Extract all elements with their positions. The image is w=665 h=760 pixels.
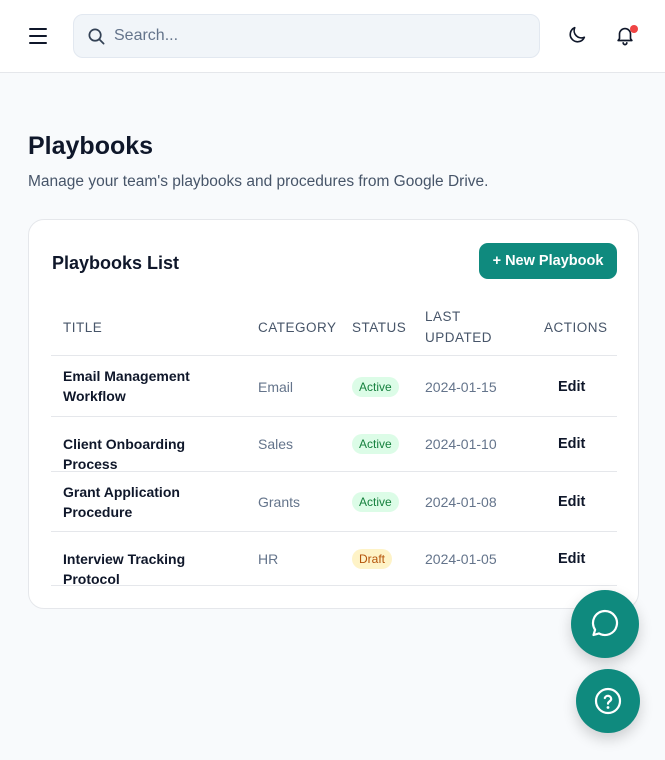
moon-icon[interactable] — [566, 24, 590, 48]
status-badge: Draft — [352, 549, 393, 569]
table-row-title: Client Onboarding Process — [63, 434, 238, 474]
status-badge: Active — [352, 377, 399, 397]
row-date: 2024-01-08 — [425, 494, 497, 510]
search-icon — [87, 27, 106, 51]
row-category: Grants — [258, 494, 301, 510]
row-category: Sales — [258, 436, 294, 452]
page-title: Playbooks — [28, 132, 154, 160]
table-divider — [51, 355, 617, 356]
row-title-line1: Client Onboarding Process — [63, 436, 186, 472]
notification-dot — [630, 25, 638, 33]
row-date: 2024-01-05 — [425, 551, 497, 567]
column-header-status[interactable]: STATUS — [352, 317, 406, 338]
search-input[interactable] — [114, 15, 524, 57]
table-divider — [51, 471, 617, 472]
table-divider — [51, 416, 617, 417]
edit-button[interactable]: Edit — [558, 436, 585, 452]
table-row-title: Grant Application Procedure — [63, 482, 238, 522]
chat-bubble-icon — [591, 609, 619, 637]
row-title-line1: Interview Tracking Protocol — [63, 551, 186, 587]
help-button[interactable] — [576, 669, 640, 733]
edit-button[interactable]: Edit — [558, 379, 585, 395]
column-header-actions: ACTIONS — [544, 320, 608, 335]
row-date: 2024-01-15 — [425, 379, 497, 395]
column-header-title[interactable]: TITLE — [63, 317, 102, 338]
row-title-line2: Workflow — [63, 388, 126, 404]
table-divider — [51, 531, 617, 532]
status-badge: Active — [352, 434, 399, 454]
bell-icon[interactable] — [614, 24, 638, 48]
playbooks-card: Playbooks List + New Playbook TITLE CATE… — [28, 219, 639, 609]
row-category: HR — [258, 551, 279, 567]
row-category: Email — [258, 379, 294, 395]
row-title-line2: Procedure — [63, 504, 133, 520]
search-bar — [73, 14, 540, 58]
page-subtitle: Manage your team's playbooks and procedu… — [28, 173, 489, 190]
column-header-last-updated-line1: LAST — [425, 309, 461, 324]
table-row-title: Interview Tracking Protocol — [63, 549, 238, 589]
menu-icon[interactable] — [26, 24, 50, 48]
row-title-line1: Email Management — [63, 368, 190, 384]
row-title-line1: Grant Application — [63, 484, 180, 500]
column-header-last-updated[interactable]: LAST UPDATED — [425, 306, 492, 348]
card-title: Playbooks List — [52, 253, 180, 273]
row-date: 2024-01-10 — [425, 436, 497, 452]
table-row-title: Email Management Workflow — [63, 366, 238, 406]
table-divider — [51, 585, 617, 586]
top-bar — [0, 0, 665, 73]
edit-button[interactable]: Edit — [558, 551, 585, 567]
chat-button[interactable] — [571, 590, 639, 658]
column-header-category[interactable]: CATEGORY — [258, 317, 337, 338]
column-header-last-updated-line2: UPDATED — [425, 330, 493, 345]
status-badge: Active — [352, 492, 399, 512]
new-playbook-button[interactable]: + New Playbook — [479, 243, 617, 279]
help-circle-icon — [594, 687, 622, 715]
edit-button[interactable]: Edit — [558, 494, 585, 510]
